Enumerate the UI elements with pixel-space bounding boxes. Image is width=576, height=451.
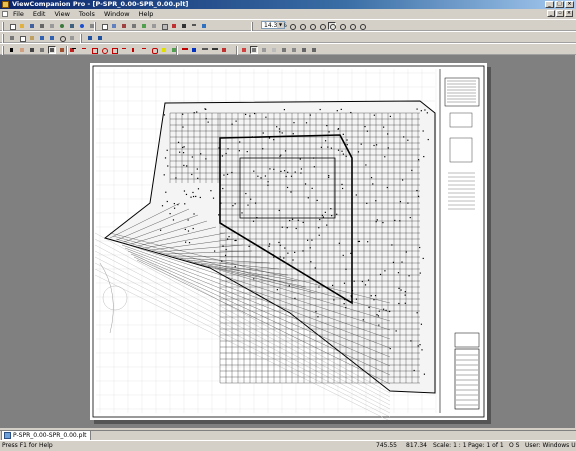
zoom-page-icon[interactable] bbox=[358, 22, 366, 30]
select-arrow-icon[interactable] bbox=[8, 46, 16, 54]
highlight-icon[interactable] bbox=[160, 46, 168, 54]
color-icon[interactable] bbox=[170, 22, 178, 30]
menu-view[interactable]: View bbox=[54, 9, 69, 19]
info-icon[interactable] bbox=[78, 22, 86, 30]
close-button[interactable]: × bbox=[565, 1, 574, 8]
menu-file[interactable]: File bbox=[13, 9, 24, 19]
camera-icon[interactable] bbox=[28, 46, 36, 54]
zoom-out-icon[interactable] bbox=[298, 22, 306, 30]
zoom-window-icon[interactable] bbox=[328, 22, 336, 30]
floor-plan-drawing bbox=[92, 65, 485, 420]
maximize-button[interactable]: □ bbox=[555, 1, 564, 8]
status-bar: Press F1 for Help 745.55 817.34 Scale: 1… bbox=[0, 440, 576, 450]
app-icon bbox=[2, 1, 9, 8]
layer-list-icon[interactable] bbox=[68, 34, 76, 42]
save-icon[interactable] bbox=[28, 22, 36, 30]
markup-show-icon[interactable] bbox=[260, 46, 268, 54]
previous-page-icon[interactable] bbox=[86, 34, 94, 42]
circle-icon[interactable] bbox=[100, 46, 108, 54]
markup-select-icon[interactable] bbox=[48, 46, 56, 54]
toolbar-row-3 bbox=[0, 43, 576, 55]
rectangle-icon[interactable] bbox=[90, 46, 98, 54]
menu-tools[interactable]: Tools bbox=[79, 9, 95, 19]
rotate-icon[interactable] bbox=[120, 22, 128, 30]
cloud-icon[interactable] bbox=[150, 46, 158, 54]
markup-lock-icon[interactable] bbox=[280, 46, 288, 54]
document-tab-icon bbox=[4, 432, 11, 439]
doc-minimize-button[interactable]: _ bbox=[547, 10, 555, 17]
text-icon[interactable] bbox=[130, 46, 138, 54]
undo-icon[interactable] bbox=[38, 34, 46, 42]
line-icon[interactable] bbox=[70, 46, 78, 54]
grid-icon[interactable] bbox=[160, 22, 168, 30]
arrow-icon[interactable] bbox=[140, 46, 148, 54]
zoom-extents-icon[interactable] bbox=[308, 22, 316, 30]
find-icon[interactable] bbox=[58, 34, 66, 42]
copy-icon[interactable] bbox=[18, 34, 26, 42]
polyline-icon[interactable] bbox=[80, 46, 88, 54]
redo-icon[interactable] bbox=[48, 34, 56, 42]
cut-icon[interactable] bbox=[8, 34, 16, 42]
globe-icon[interactable] bbox=[58, 22, 66, 30]
zoom-previous-icon[interactable] bbox=[338, 22, 346, 30]
markup-import-icon[interactable] bbox=[310, 46, 318, 54]
refresh-icon[interactable] bbox=[200, 22, 208, 30]
mono-icon[interactable] bbox=[180, 22, 188, 30]
pan-icon[interactable] bbox=[18, 46, 26, 54]
polygon-icon[interactable] bbox=[110, 46, 118, 54]
menu-edit[interactable]: Edit bbox=[33, 9, 46, 19]
document-workspace[interactable] bbox=[0, 55, 576, 428]
compare-icon[interactable] bbox=[140, 22, 148, 30]
markup-export-icon[interactable] bbox=[300, 46, 308, 54]
line-color-icon[interactable] bbox=[180, 46, 188, 54]
menu-window[interactable]: Window bbox=[104, 9, 130, 19]
toolbar-row-2 bbox=[0, 31, 576, 43]
new-icon[interactable] bbox=[8, 22, 16, 30]
layers-icon[interactable] bbox=[110, 22, 118, 30]
print-preview-icon[interactable] bbox=[48, 22, 56, 30]
minimize-button[interactable]: _ bbox=[545, 1, 554, 8]
drawing-page[interactable] bbox=[90, 63, 487, 420]
print-icon[interactable] bbox=[38, 22, 46, 30]
fill-color-icon[interactable] bbox=[190, 46, 198, 54]
measure-icon[interactable] bbox=[38, 46, 46, 54]
menu-help[interactable]: Help bbox=[139, 9, 154, 19]
page-icon[interactable] bbox=[100, 22, 108, 30]
document-tab-bar: P-SPR_0.00-SPR_0.00.plt bbox=[0, 430, 576, 441]
document-icon[interactable] bbox=[2, 11, 8, 17]
fit-page-icon[interactable] bbox=[130, 22, 138, 30]
markup-list-icon[interactable] bbox=[290, 46, 298, 54]
paste-icon[interactable] bbox=[28, 34, 36, 42]
markup-hide-icon[interactable] bbox=[270, 46, 278, 54]
menu-bar: File Edit View Tools Window Help _ ▫ × bbox=[0, 9, 576, 19]
zoom-combobox[interactable]: 14.37% ▼ bbox=[261, 21, 287, 29]
chevron-down-icon[interactable]: ▼ bbox=[277, 22, 284, 28]
doc-close-button[interactable]: × bbox=[565, 10, 573, 17]
batch-icon[interactable] bbox=[68, 22, 76, 30]
next-page-icon[interactable] bbox=[96, 34, 104, 42]
line-style-icon[interactable] bbox=[200, 46, 208, 54]
stamp-icon[interactable] bbox=[58, 46, 66, 54]
line-width-icon[interactable] bbox=[210, 46, 218, 54]
freehand-icon[interactable] bbox=[120, 46, 128, 54]
lineweight-icon[interactable] bbox=[190, 22, 198, 30]
doc-restore-button[interactable]: ▫ bbox=[556, 10, 564, 17]
zoom-next-icon[interactable] bbox=[348, 22, 356, 30]
zoom-width-icon[interactable] bbox=[318, 22, 326, 30]
open-icon[interactable] bbox=[18, 22, 26, 30]
toolbar-row-1: 14.37% ▼ bbox=[0, 19, 576, 31]
document-tab-label: P-SPR_0.00-SPR_0.00.plt bbox=[13, 432, 87, 439]
markup-layer-icon[interactable] bbox=[240, 46, 248, 54]
font-icon[interactable] bbox=[220, 46, 228, 54]
markup-mode-icon[interactable] bbox=[250, 46, 258, 54]
window-title: ViewCompanion Pro - [P-SPR_0.00-SPR_0.00… bbox=[12, 0, 189, 8]
title-bar: ViewCompanion Pro - [P-SPR_0.00-SPR_0.00… bbox=[0, 0, 576, 9]
zoom-in-icon[interactable] bbox=[288, 22, 296, 30]
thumbnail-icon[interactable] bbox=[150, 22, 158, 30]
